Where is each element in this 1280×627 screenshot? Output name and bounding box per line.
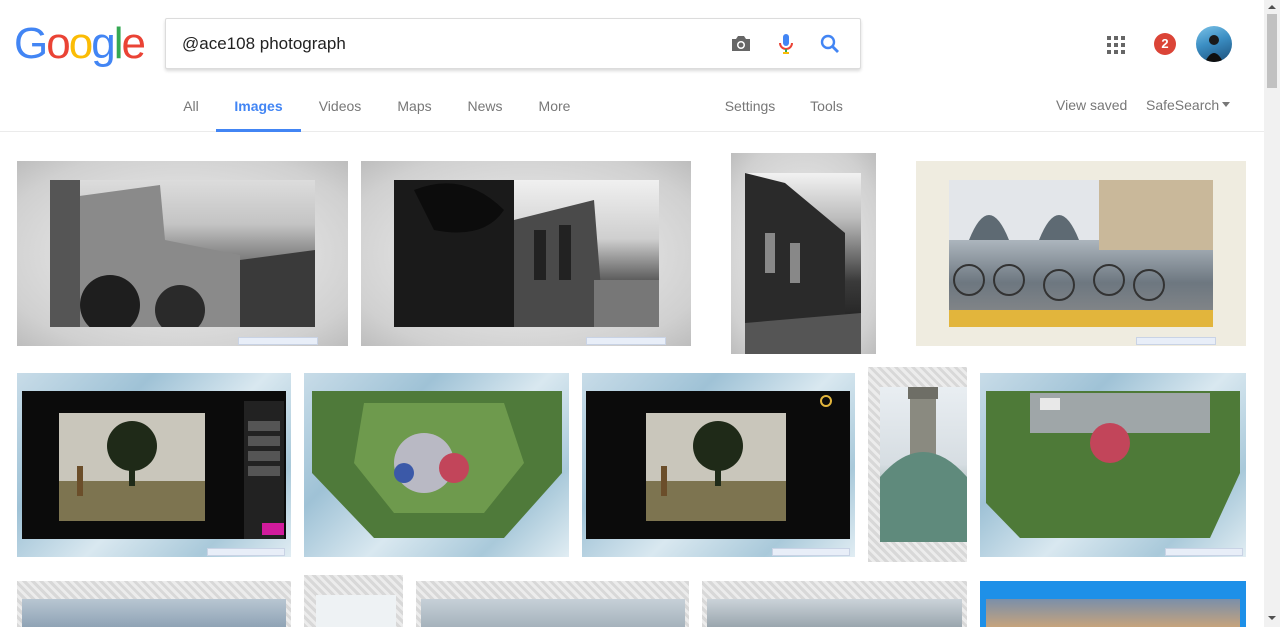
image-result[interactable] bbox=[582, 373, 855, 557]
caret-down-icon bbox=[1222, 102, 1231, 108]
scroll-up-arrow-icon[interactable] bbox=[1264, 0, 1280, 14]
logo-letter: e bbox=[121, 19, 146, 68]
tab-images[interactable]: Images bbox=[216, 92, 301, 132]
image-result[interactable] bbox=[916, 161, 1246, 346]
image-result[interactable] bbox=[17, 581, 291, 627]
image-thumbnail bbox=[22, 391, 286, 539]
safesearch-label: SafeSearch bbox=[1146, 97, 1220, 113]
watermark-label bbox=[772, 548, 850, 556]
watermark-label bbox=[207, 548, 285, 556]
image-thumbnail bbox=[745, 173, 861, 354]
image-thumbnail bbox=[707, 599, 962, 627]
tab-all[interactable]: All bbox=[182, 92, 200, 132]
apps-grid-icon[interactable] bbox=[1106, 35, 1126, 55]
logo-letter: G bbox=[14, 19, 48, 68]
view-saved-link[interactable]: View saved bbox=[1056, 92, 1127, 118]
watermark-label bbox=[1136, 337, 1216, 345]
image-result[interactable] bbox=[361, 161, 691, 346]
page: Google 2 All Imag bbox=[0, 0, 1280, 627]
tab-more[interactable]: More bbox=[538, 92, 571, 132]
logo-letter: o bbox=[68, 19, 94, 68]
watermark-label bbox=[1165, 548, 1243, 556]
image-result[interactable] bbox=[304, 575, 403, 627]
image-thumbnail bbox=[880, 387, 967, 542]
logo-letter: o bbox=[46, 19, 71, 68]
image-thumbnail bbox=[980, 373, 1246, 557]
google-logo[interactable]: Google bbox=[14, 19, 146, 68]
logo-letter: g bbox=[91, 19, 116, 68]
image-thumbnail bbox=[304, 373, 569, 557]
watermark-label bbox=[238, 337, 318, 345]
image-result[interactable] bbox=[868, 367, 967, 562]
notification-badge[interactable]: 2 bbox=[1154, 33, 1176, 55]
tab-settings[interactable]: Settings bbox=[724, 92, 776, 132]
image-result[interactable] bbox=[702, 581, 967, 627]
image-thumbnail bbox=[394, 180, 659, 327]
tab-videos[interactable]: Videos bbox=[318, 92, 362, 132]
image-result[interactable] bbox=[17, 161, 348, 346]
tab-tools[interactable]: Tools bbox=[810, 92, 843, 132]
image-result[interactable] bbox=[416, 581, 689, 627]
image-thumbnail bbox=[949, 180, 1213, 327]
image-thumbnail bbox=[316, 595, 396, 627]
image-thumbnail bbox=[50, 180, 315, 335]
scrollbar[interactable] bbox=[1264, 0, 1280, 627]
image-thumbnail bbox=[22, 599, 286, 627]
image-result[interactable] bbox=[304, 373, 569, 557]
image-result[interactable] bbox=[17, 373, 291, 557]
search-box bbox=[165, 18, 861, 69]
search-input[interactable] bbox=[182, 31, 702, 57]
safesearch-dropdown[interactable]: SafeSearch bbox=[1146, 92, 1231, 118]
watermark-label bbox=[586, 337, 666, 345]
header: Google 2 All Imag bbox=[0, 0, 1264, 132]
tab-news[interactable]: News bbox=[467, 92, 503, 132]
scrollbar-thumb[interactable] bbox=[1267, 14, 1277, 88]
logo-letter: l bbox=[113, 19, 124, 68]
avatar[interactable] bbox=[1196, 26, 1232, 62]
camera-icon[interactable] bbox=[728, 31, 754, 57]
search-icon[interactable] bbox=[817, 31, 843, 57]
mic-icon[interactable] bbox=[773, 31, 799, 57]
tab-maps[interactable]: Maps bbox=[397, 92, 432, 132]
image-thumbnail bbox=[421, 599, 685, 627]
scroll-down-arrow-icon[interactable] bbox=[1264, 611, 1280, 625]
image-thumbnail bbox=[586, 391, 850, 539]
image-result[interactable] bbox=[731, 153, 876, 354]
image-thumbnail bbox=[986, 599, 1240, 627]
image-result[interactable] bbox=[980, 373, 1246, 557]
image-result[interactable] bbox=[980, 581, 1246, 627]
